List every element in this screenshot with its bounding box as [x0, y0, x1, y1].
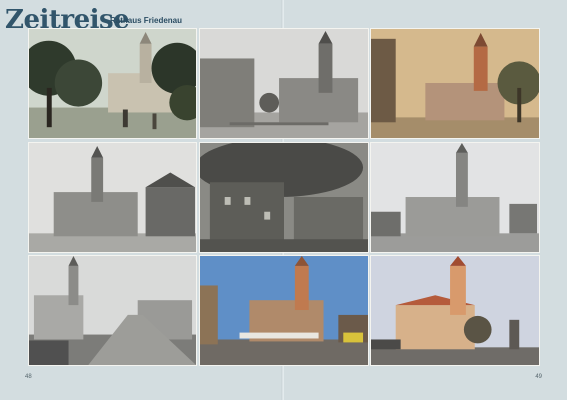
photo-modern-market-rathaus: [199, 255, 369, 366]
page-number-right: 49: [535, 374, 542, 380]
photo-bw-rathaus-corner: [28, 142, 197, 253]
page-subtitle: Rathaus Friedenau: [110, 16, 183, 25]
photo-wartime-burning-building: [199, 142, 369, 253]
photo-postwar-street-overview: [28, 255, 197, 366]
page-number-left: 48: [25, 374, 32, 380]
photo-bw-rathaus-square: [370, 142, 540, 253]
photo-historic-street-rathaus: [199, 28, 369, 139]
photo-colored-postcard-rathaus: [370, 28, 540, 139]
photo-historic-postcard-park-view: [28, 28, 197, 139]
photo-modern-rathaus-evening: [370, 255, 540, 366]
